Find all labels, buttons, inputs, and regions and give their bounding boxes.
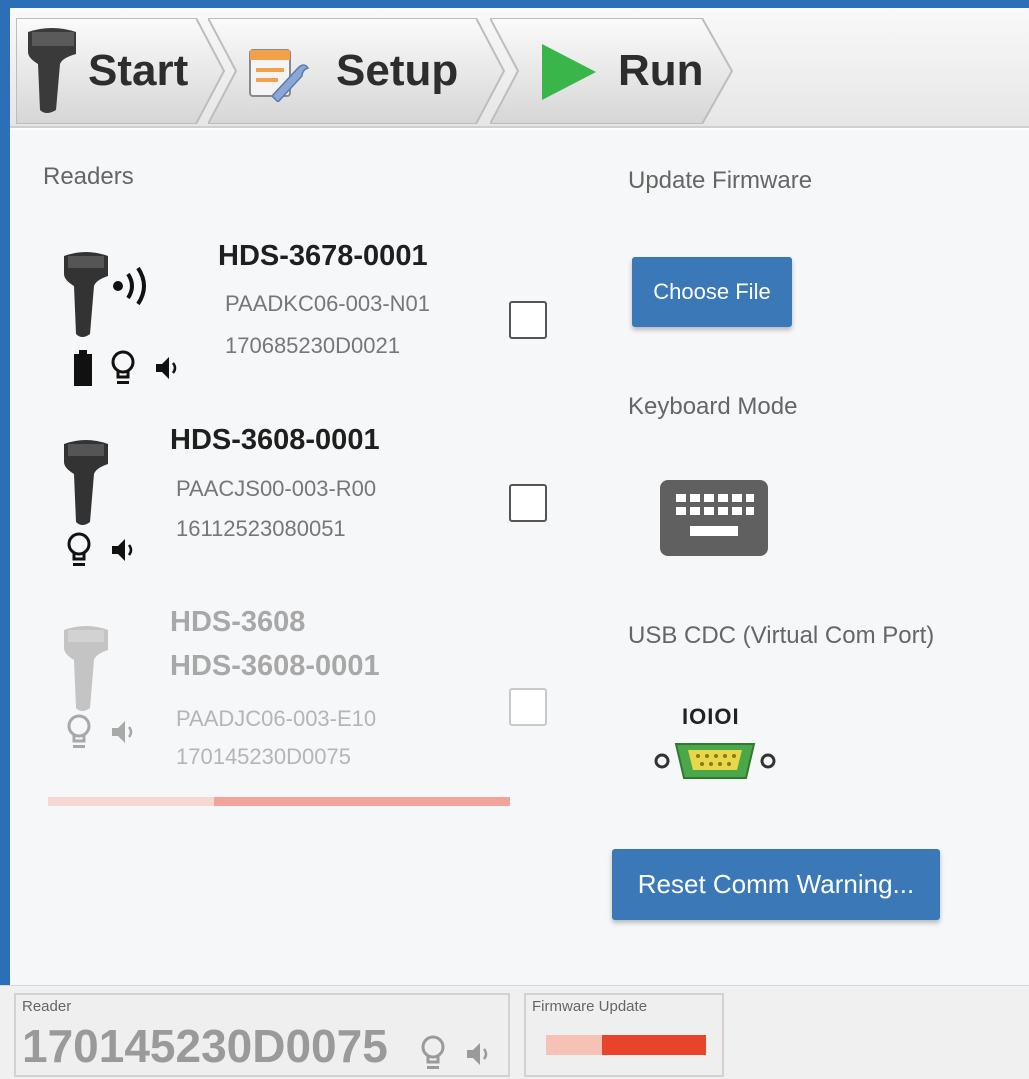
reader-item[interactable]: HDS-3608-0001 PAACJS00-003-R00 161125230…	[48, 420, 548, 570]
status-bar: Reader 170145230D0075 Firmware Update	[0, 985, 1029, 1079]
scanner-icon	[60, 436, 112, 533]
step-setup-button[interactable]: Setup	[208, 18, 508, 124]
scanner-icon	[22, 24, 82, 121]
step-run-label: Run	[618, 46, 704, 95]
reader-serial: 16112523080051	[176, 516, 346, 541]
update-firmware-title: Update Firmware	[628, 167, 813, 194]
firmware-update-status-panel: Firmware Update	[524, 993, 724, 1077]
reader-status-serial: 170145230D0075	[22, 1020, 388, 1072]
reader-part-number: PAADKC06-003-N01	[225, 291, 431, 316]
setup-tools-icon	[248, 46, 310, 107]
reader-serial: 170685230D0021	[225, 333, 400, 358]
usb-cdc-title: USB CDC (Virtual Com Port)	[628, 622, 935, 649]
reader-model: HDS-3608	[170, 606, 306, 638]
reader-name: HDS-3678-0001	[218, 240, 428, 272]
keyboard-icon[interactable]	[660, 480, 768, 561]
reader-item[interactable]: HDS-3608 HDS-3608-0001 PAADJC06-003-E10 …	[48, 602, 548, 782]
reader-item[interactable]: HDS-3678-0001 PAADKC06-003-N01 170685230…	[48, 228, 548, 398]
step-setup-label: Setup	[336, 46, 459, 95]
firmware-update-progress-bar	[546, 1035, 706, 1055]
firmware-update-caption: Firmware Update	[532, 998, 648, 1015]
speaker-icon	[465, 1041, 491, 1072]
reader-status-panel: Reader 170145230D0075	[14, 993, 510, 1077]
keyboard-mode-title: Keyboard Mode	[628, 393, 798, 420]
reader-select-checkbox[interactable]	[509, 484, 547, 522]
wireless-signal-icon	[110, 264, 152, 313]
reader-select-checkbox[interactable]	[509, 301, 547, 339]
play-icon	[542, 44, 596, 105]
main-panel: Readers HDS-3678-0001 PAADKC06-003-N01 1…	[10, 130, 1029, 985]
speaker-icon	[110, 719, 136, 750]
reader-serial: 170145230D0075	[176, 744, 351, 769]
reader-name: HDS-3608-0001	[170, 650, 380, 682]
lightbulb-icon	[66, 714, 92, 755]
step-start-button[interactable]: Start	[16, 18, 226, 124]
reader-status-caption: Reader	[22, 998, 72, 1015]
scanner-icon	[60, 248, 112, 345]
workflow-toolbar: Start Setup Run	[10, 8, 1029, 128]
speaker-icon	[110, 537, 136, 568]
window-top-border	[0, 0, 1029, 8]
scanner-icon	[60, 622, 112, 719]
reset-comm-warning-button[interactable]: Reset Comm Warning...	[612, 849, 940, 920]
lightbulb-icon	[420, 1035, 446, 1076]
reader-name: HDS-3608-0001	[170, 424, 380, 456]
reader-update-progress-bar	[48, 797, 510, 806]
reader-update-progress-fill	[214, 797, 510, 806]
reader-select-checkbox[interactable]	[509, 688, 547, 726]
app-window: Start Setup Run Readers HDS-3678-0001 PA…	[0, 0, 1029, 1079]
serial-port-icon[interactable]	[650, 738, 780, 789]
reader-part-number: PAADJC06-003-E10	[176, 706, 377, 731]
reader-part-number: PAACJS00-003-R00	[176, 476, 377, 501]
lightbulb-icon	[66, 532, 92, 573]
usb-cdc-bits-label: IOIOI	[682, 704, 740, 729]
choose-file-button[interactable]: Choose File	[632, 257, 792, 327]
battery-icon	[74, 350, 92, 391]
readers-title: Readers	[43, 163, 134, 190]
step-start-label: Start	[88, 46, 189, 95]
speaker-icon	[154, 355, 180, 386]
firmware-update-progress-segment	[546, 1035, 602, 1055]
lightbulb-icon	[110, 350, 136, 391]
window-left-border	[0, 0, 10, 1079]
step-run-button[interactable]: Run	[490, 18, 736, 124]
